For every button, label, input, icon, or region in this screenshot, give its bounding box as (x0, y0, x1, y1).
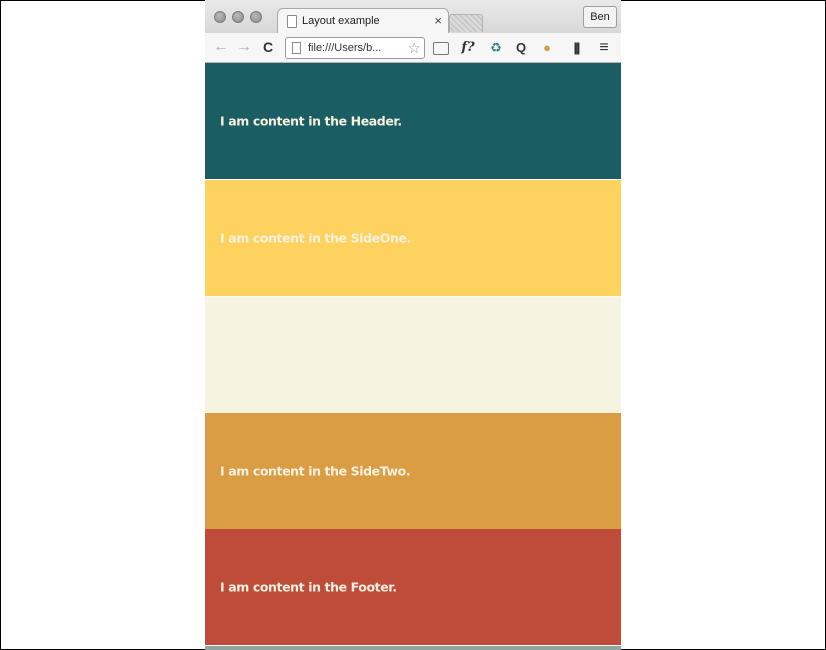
font-extension-icon[interactable]: f? (459, 39, 477, 57)
close-tab-icon[interactable]: × (434, 13, 442, 28)
document-icon (287, 15, 297, 28)
browser-window: Layout example × Ben ← → C file:///Users… (205, 0, 621, 650)
web-page: I am content in the Header. I am content… (205, 63, 621, 650)
page-bottom-edge (205, 646, 621, 650)
main-section (205, 297, 621, 413)
header-text: I am content in the Header. (220, 113, 402, 129)
recycle-icon[interactable]: ♻ (487, 39, 505, 57)
columns-icon[interactable]: ||| (567, 39, 585, 57)
footer-section: I am content in the Footer. (205, 529, 621, 645)
minimize-window-button[interactable] (232, 11, 244, 23)
header-section: I am content in the Header. (205, 63, 621, 179)
url-text[interactable]: file:///Users/b... (308, 42, 381, 54)
profile-button[interactable]: Ben (583, 6, 617, 28)
tab-strip: Layout example × Ben (205, 0, 621, 34)
sideone-section: I am content in the SideOne. (205, 180, 621, 296)
close-window-button[interactable] (214, 11, 226, 23)
tab-title: Layout example (302, 15, 380, 27)
orange-extension-icon[interactable]: ● (539, 39, 555, 57)
sidetwo-text: I am content in the SideTwo. (220, 463, 411, 479)
bookmark-star-icon[interactable]: ☆ (408, 39, 421, 57)
menu-icon[interactable]: ≡ (595, 39, 613, 57)
browser-toolbar: ← → C file:///Users/b... ☆ f? ♻ Q ● ||| … (205, 33, 621, 63)
address-bar[interactable]: file:///Users/b... ☆ (285, 37, 425, 59)
zoom-window-button[interactable] (250, 11, 262, 23)
reload-icon[interactable]: C (263, 38, 273, 56)
back-icon[interactable]: ← (213, 38, 229, 56)
page-icon (292, 42, 301, 54)
new-tab-button[interactable] (449, 14, 483, 32)
quick-extension-icon[interactable]: Q (513, 39, 529, 57)
forward-icon[interactable]: → (236, 38, 252, 56)
tab-layout-example[interactable]: Layout example × (277, 8, 449, 34)
sidetwo-section: I am content in the SideTwo. (205, 413, 621, 529)
cast-icon[interactable] (433, 42, 449, 55)
sideone-text: I am content in the SideOne. (220, 230, 411, 246)
footer-text: I am content in the Footer. (220, 579, 397, 595)
